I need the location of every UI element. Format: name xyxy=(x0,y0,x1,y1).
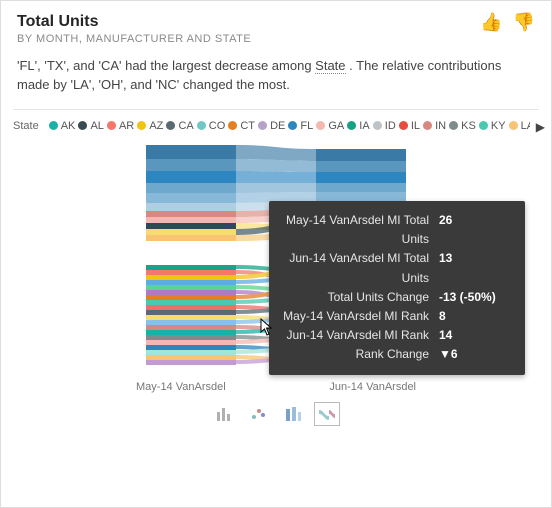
legend-text: IL xyxy=(411,120,420,132)
legend-swatch xyxy=(288,121,297,130)
legend-text: KS xyxy=(461,120,476,132)
legend-scroll-right-icon[interactable]: ▶ xyxy=(530,120,545,134)
legend-swatch xyxy=(197,121,206,130)
insight-link-state[interactable]: State xyxy=(315,58,345,74)
legend-swatch xyxy=(49,121,58,130)
legend: State AK AL AR AZ CA CO CT DE FL GA IA I… xyxy=(1,118,551,140)
legend-text: ID xyxy=(385,120,396,132)
tt-v-0: 26 xyxy=(439,211,513,249)
legend-swatch xyxy=(228,121,237,130)
legend-text: AR xyxy=(119,120,134,132)
legend-swatch xyxy=(78,121,87,130)
legend-item-ar[interactable]: AR xyxy=(107,120,134,132)
divider xyxy=(13,109,539,110)
page-subtitle: BY MONTH, MANUFACTURER AND STATE xyxy=(17,33,251,45)
legend-item-id[interactable]: ID xyxy=(373,120,396,132)
legend-item-ca[interactable]: CA xyxy=(166,120,193,132)
tt-v-5: ▼6 xyxy=(439,345,513,364)
view-scatter-icon[interactable] xyxy=(247,403,271,425)
legend-item-al[interactable]: AL xyxy=(78,120,103,132)
tt-k-4: Jun-14 VanArsdel MI Rank xyxy=(281,326,429,345)
insight-text: 'FL', 'TX', and 'CA' had the largest dec… xyxy=(1,51,551,105)
legend-swatch xyxy=(137,121,146,130)
legend-swatch xyxy=(316,121,325,130)
legend-text: AK xyxy=(61,120,76,132)
legend-swatch xyxy=(449,121,458,130)
chart-tooltip: May-14 VanArsdel MI Total Units 26 Jun-14… xyxy=(269,201,525,375)
axis-right-label: Jun-14 VanArsdel xyxy=(329,381,416,393)
tt-k-0: May-14 VanArsdel MI Total Units xyxy=(281,211,429,249)
legend-swatch xyxy=(423,121,432,130)
legend-item-ks[interactable]: KS xyxy=(449,120,476,132)
legend-swatch xyxy=(347,121,356,130)
legend-item-ga[interactable]: GA xyxy=(316,120,344,132)
legend-text: FL xyxy=(300,120,313,132)
legend-item-de[interactable]: DE xyxy=(258,120,285,132)
tt-v-2: -13 (-50%) xyxy=(439,288,513,307)
legend-swatch xyxy=(373,121,382,130)
axis-labels: May-14 VanArsdel Jun-14 VanArsdel xyxy=(126,381,426,393)
legend-text: DE xyxy=(270,120,285,132)
legend-swatch xyxy=(166,121,175,130)
legend-swatch xyxy=(479,121,488,130)
view-switcher xyxy=(1,403,551,425)
legend-label: State xyxy=(13,120,39,132)
legend-item-az[interactable]: AZ xyxy=(137,120,163,132)
legend-text: KY xyxy=(491,120,506,132)
view-column-icon[interactable] xyxy=(281,403,305,425)
legend-swatch xyxy=(258,121,267,130)
legend-item-fl[interactable]: FL xyxy=(288,120,313,132)
legend-text: IN xyxy=(435,120,446,132)
tt-k-3: May-14 VanArsdel MI Rank xyxy=(281,307,429,326)
tt-k-2: Total Units Change xyxy=(281,288,429,307)
legend-text: GA xyxy=(328,120,344,132)
legend-swatch xyxy=(399,121,408,130)
axis-left-label: May-14 VanArsdel xyxy=(136,381,226,393)
legend-item-ak[interactable]: AK xyxy=(49,120,76,132)
tt-k-5: Rank Change xyxy=(281,345,429,364)
legend-item-ia[interactable]: IA xyxy=(347,120,369,132)
tt-v-4: 14 xyxy=(439,326,513,345)
legend-item-co[interactable]: CO xyxy=(197,120,226,132)
legend-swatch xyxy=(509,121,518,130)
header: Total Units BY MONTH, MANUFACTURER AND S… xyxy=(1,1,551,51)
tt-v-1: 13 xyxy=(439,249,513,287)
tt-v-3: 8 xyxy=(439,307,513,326)
legend-item-ct[interactable]: CT xyxy=(228,120,255,132)
legend-text: IA xyxy=(359,120,369,132)
legend-text: AZ xyxy=(149,120,163,132)
legend-text: CA xyxy=(178,120,193,132)
insight-before: 'FL', 'TX', and 'CA' had the largest dec… xyxy=(17,58,315,73)
feedback-controls: 👍 👎 xyxy=(480,13,535,31)
view-bar-icon[interactable] xyxy=(213,403,237,425)
legend-text: AL xyxy=(90,120,103,132)
view-ribbon-icon[interactable] xyxy=(315,403,339,425)
legend-text: CO xyxy=(209,120,226,132)
legend-item-ky[interactable]: KY xyxy=(479,120,506,132)
thumbs-down-icon[interactable]: 👎 xyxy=(513,13,535,31)
page-title: Total Units xyxy=(17,13,251,31)
tt-k-1: Jun-14 VanArsdel MI Total Units xyxy=(281,249,429,287)
legend-item-il[interactable]: IL xyxy=(399,120,420,132)
thumbs-up-icon[interactable]: 👍 xyxy=(480,13,502,31)
legend-text: CT xyxy=(240,120,255,132)
legend-swatch xyxy=(107,121,116,130)
legend-item-in[interactable]: IN xyxy=(423,120,446,132)
